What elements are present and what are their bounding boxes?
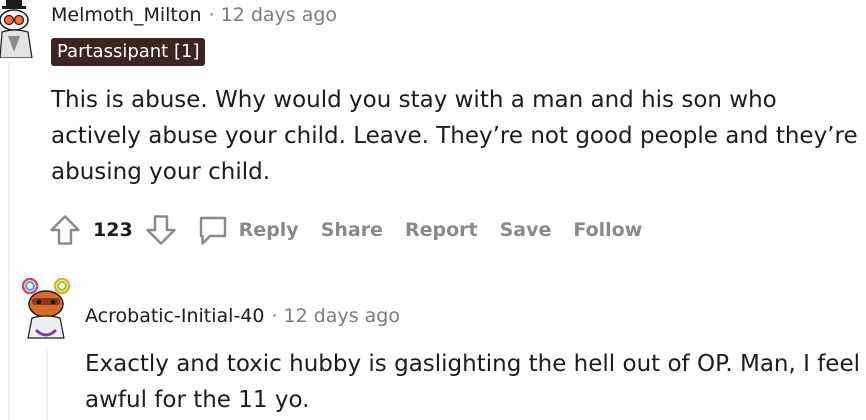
comment-thread: Melmoth_Milton · 12 days ago Partassipan…: [0, 0, 866, 420]
comment-body: Exactly and toxic hubby is gaslighting t…: [85, 351, 860, 413]
reply-bubble-icon[interactable]: [195, 212, 231, 248]
reply-button[interactable]: Reply: [239, 219, 299, 241]
save-button[interactable]: Save: [500, 219, 552, 241]
share-button[interactable]: Share: [321, 219, 383, 241]
snoo-avatar-icon: [21, 277, 71, 339]
comment-header: Melmoth_Milton · 12 days ago: [51, 2, 337, 28]
comment-timestamp[interactable]: 12 days ago: [284, 305, 400, 327]
user-flair: Partassipant [1]: [51, 38, 206, 66]
snoo-avatar-icon: [0, 0, 33, 59]
avatar[interactable]: [0, 0, 34, 59]
username-link[interactable]: Melmoth_Milton: [51, 4, 202, 26]
vote-count: 123: [93, 219, 133, 241]
separator-dot: ·: [271, 305, 278, 327]
comment-body: This is abuse. Why would you stay with a…: [51, 87, 858, 185]
username-link[interactable]: Acrobatic-Initial-40: [85, 305, 264, 327]
follow-button[interactable]: Follow: [573, 219, 642, 241]
thread-line[interactable]: [46, 348, 48, 420]
thread-line[interactable]: [8, 62, 10, 420]
separator-dot: ·: [208, 4, 215, 26]
comment-header: Acrobatic-Initial-40 · 12 days ago: [85, 303, 400, 329]
downvote-arrow-icon[interactable]: [143, 212, 179, 248]
upvote-arrow-icon[interactable]: [47, 212, 83, 248]
report-button[interactable]: Report: [405, 219, 478, 241]
avatar[interactable]: [21, 277, 72, 340]
comment-timestamp[interactable]: 12 days ago: [221, 4, 337, 26]
comment-actions: 123 Reply Share Report Save Follow: [47, 210, 642, 250]
